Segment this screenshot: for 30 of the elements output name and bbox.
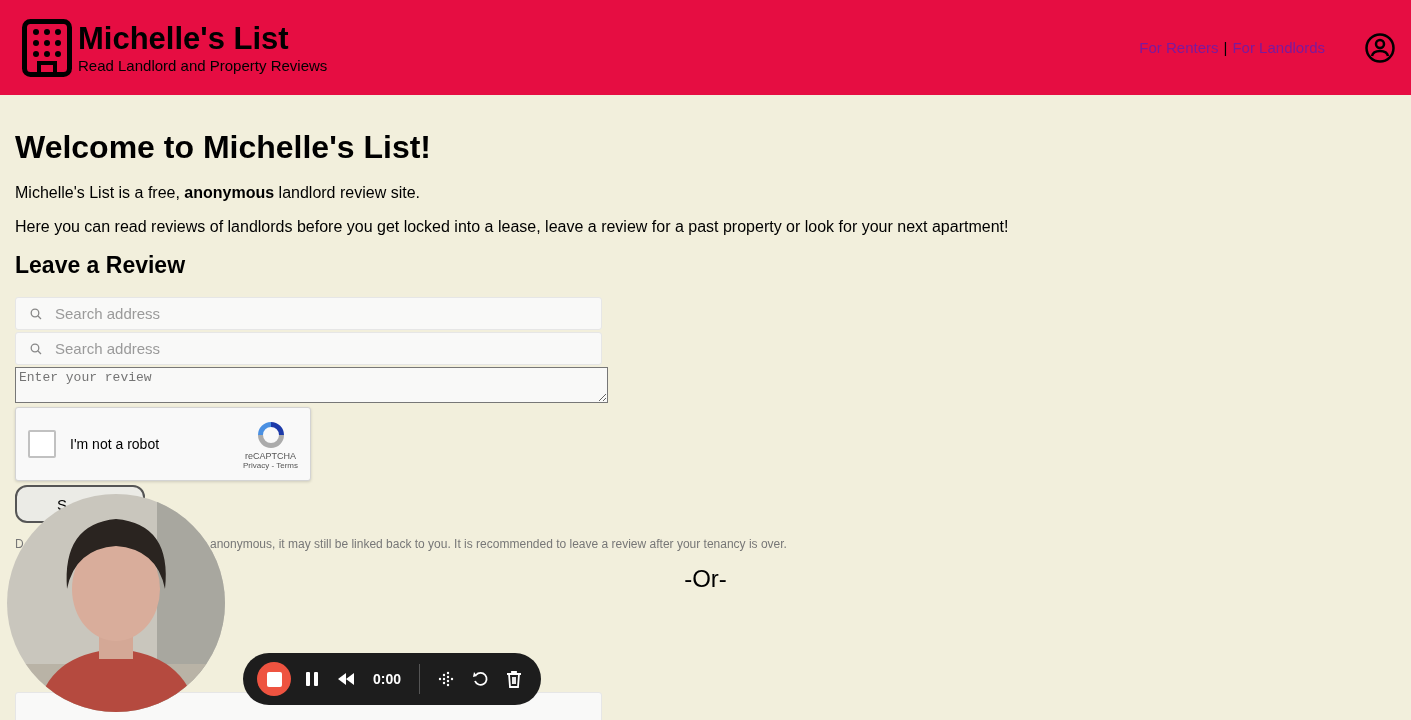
- intro-text: Here you can read reviews of landlords before you get locked into a lease, leave a review for a past property or look for your next apartment!: [15, 218, 1010, 236]
- captcha-checkbox[interactable]: [28, 430, 56, 458]
- pause-icon[interactable]: [305, 671, 319, 687]
- account-icon[interactable]: [1365, 32, 1395, 63]
- undo-icon[interactable]: [472, 671, 489, 687]
- rewind-icon[interactable]: [337, 672, 355, 686]
- note-text: D: [15, 537, 25, 551]
- nav-link[interactable]: For Renters: [1139, 39, 1219, 56]
- search-field[interactable]: Search address: [15, 297, 602, 330]
- recording-time: 0:00: [373, 671, 402, 687]
- grid-icon[interactable]: [438, 671, 455, 687]
- captcha-links: Privacy - Terms: [243, 460, 298, 470]
- review-field[interactable]: Enter your review: [15, 367, 608, 403]
- search-icon: [30, 308, 42, 320]
- nav-link[interactable]: For Landlords: [1232, 39, 1325, 56]
- page-heading: Welcome to Michelle's List!: [15, 129, 432, 166]
- search-icon: [30, 343, 42, 355]
- captcha-label: I'm not a robot: [70, 436, 161, 452]
- captcha-brand: reCAPTCHA: [245, 450, 296, 461]
- nav-separator: |: [1223, 39, 1228, 56]
- note-text: anonymous, it may still be linked back to you. It is recommended to leave a review after your tenancy is over.: [210, 537, 787, 551]
- search-field[interactable]: Search address: [15, 332, 602, 365]
- section-heading: Leave a Review: [15, 252, 187, 279]
- site-tagline: Read Landlord and Property Reviews: [78, 56, 328, 74]
- site-title: Michelle's List: [78, 21, 290, 56]
- stop-button[interactable]: [257, 662, 291, 696]
- intro-text: Michelle's List is a free, anonymous landlord review site.: [15, 184, 421, 202]
- trash-icon[interactable]: [506, 670, 523, 688]
- divider-text: -Or-: [683, 565, 728, 593]
- building-icon: [22, 18, 72, 77]
